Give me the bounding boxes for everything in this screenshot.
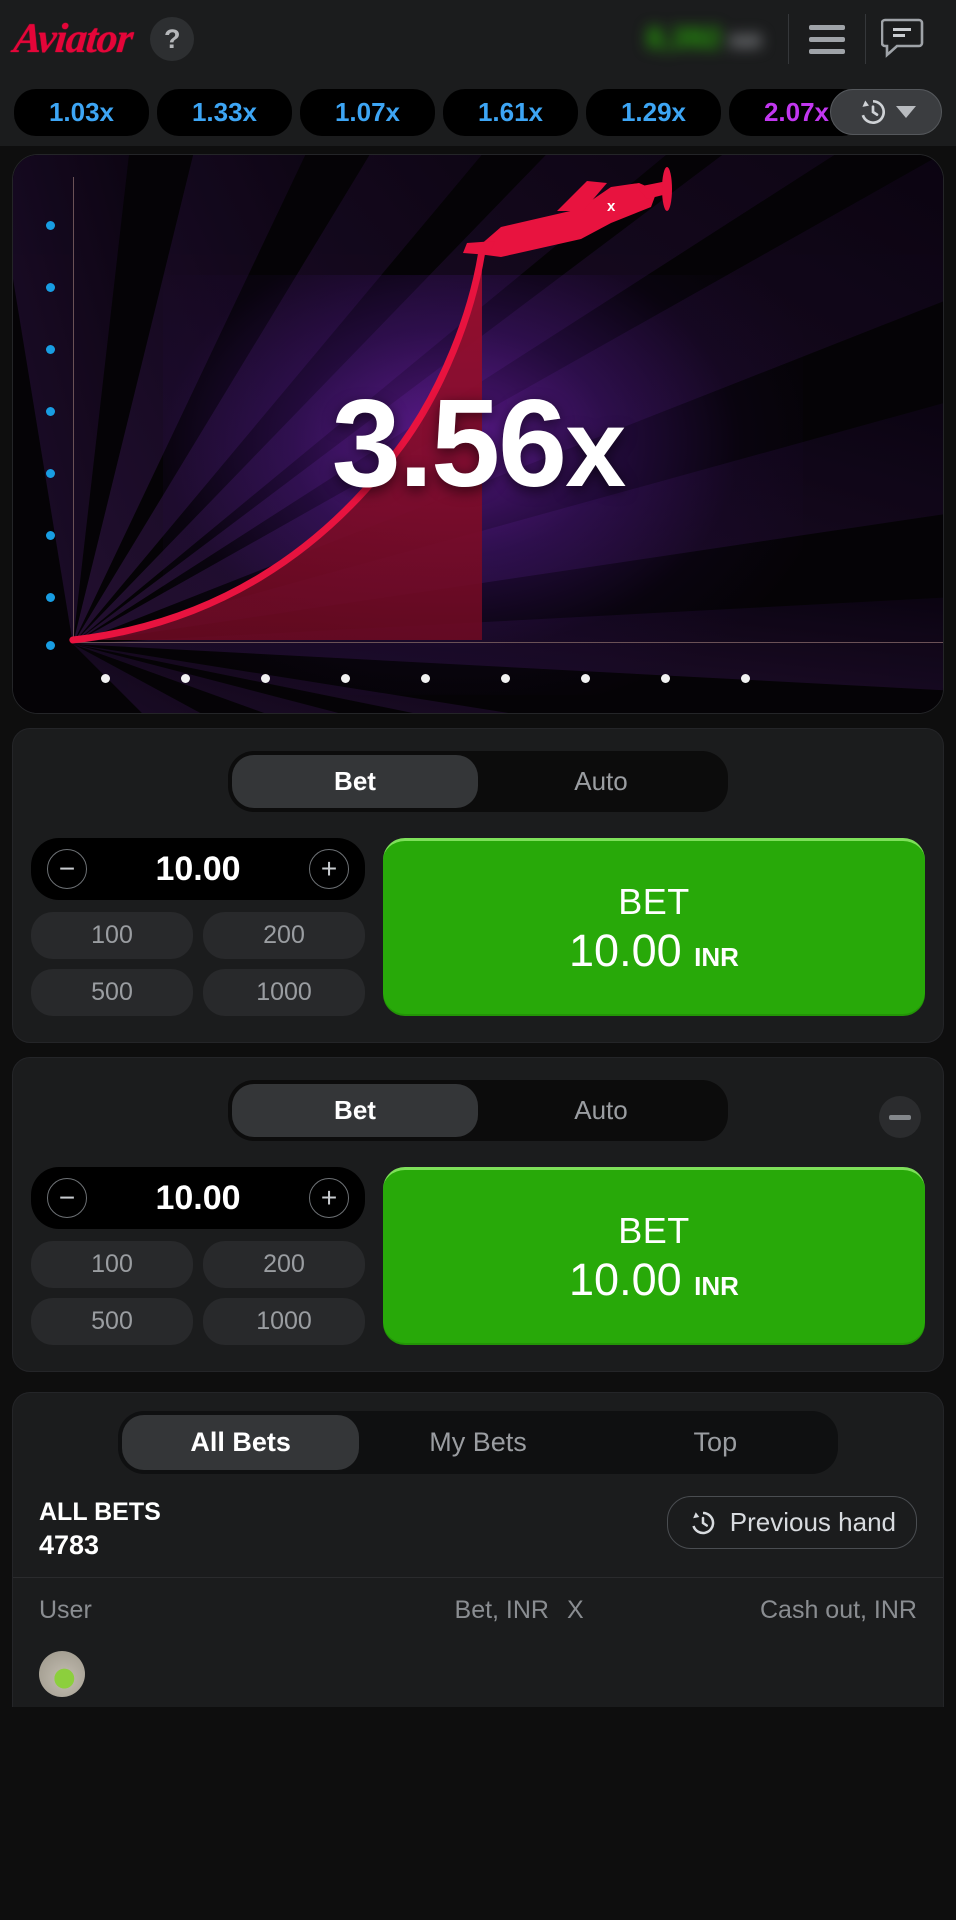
- minus-icon: [889, 1115, 911, 1120]
- tab-top[interactable]: Top: [597, 1415, 834, 1470]
- bet-controls-1: − 10.00 + 100 200 500 1000 BET 10.00 INR: [31, 838, 925, 1016]
- history-chip[interactable]: 1.29x: [586, 89, 721, 136]
- all-bets-count: 4783: [39, 1530, 161, 1561]
- previous-hand-label: Previous hand: [730, 1507, 896, 1538]
- quick-amount-grid-2: 100 200 500 1000: [31, 1241, 365, 1345]
- bet-panel-2: Bet Auto − 10.00 + 100 200 500 1000 BET …: [12, 1057, 944, 1372]
- bet-button-amount-1: 10.00 INR: [569, 925, 739, 977]
- all-bets-summary-text: ALL BETS 4783: [39, 1496, 161, 1561]
- balance-currency: INR: [729, 32, 762, 54]
- quick-amount-500-1[interactable]: 500: [31, 969, 193, 1016]
- tab-bet-1[interactable]: Bet: [232, 755, 478, 808]
- header-right-group: 8,392 INR: [646, 0, 942, 78]
- hamburger-menu-icon[interactable]: [789, 25, 865, 54]
- svg-text:x: x: [607, 198, 616, 215]
- bets-list-section: All Bets My Bets Top ALL BETS 4783 Previ…: [12, 1392, 944, 1707]
- aviator-logo: Aviator: [11, 15, 134, 63]
- bet-panel-1: Bet Auto − 10.00 + 100 200 500 1000 BET …: [12, 728, 944, 1043]
- history-chip[interactable]: 1.07x: [300, 89, 435, 136]
- tab-auto-1[interactable]: Auto: [478, 755, 724, 808]
- bet-button-label-2: BET: [618, 1210, 690, 1252]
- history-chip[interactable]: 1.61x: [443, 89, 578, 136]
- bet-button-currency-1: INR: [694, 942, 739, 972]
- quick-amount-1000-1[interactable]: 1000: [203, 969, 365, 1016]
- bet-button-label-1: BET: [618, 881, 690, 923]
- history-chip[interactable]: 1.03x: [14, 89, 149, 136]
- bet-mode-toggle-1: Bet Auto: [31, 751, 925, 812]
- column-header-bet: Bet, INR: [419, 1596, 549, 1625]
- bet-amount-value-1[interactable]: 10.00: [155, 850, 240, 889]
- remove-bet-panel-button-2[interactable]: [879, 1096, 921, 1138]
- quick-amount-500-2[interactable]: 500: [31, 1298, 193, 1345]
- multiplier-suffix: x: [565, 387, 624, 510]
- history-chip[interactable]: 1.33x: [157, 89, 292, 136]
- increment-bet-button-1[interactable]: +: [309, 849, 349, 889]
- hamburger-line: [809, 37, 845, 42]
- tab-auto-2[interactable]: Auto: [478, 1084, 724, 1137]
- tab-my-bets[interactable]: My Bets: [359, 1415, 596, 1470]
- quick-amount-1000-2[interactable]: 1000: [203, 1298, 365, 1345]
- hamburger-line: [809, 49, 845, 54]
- quick-amount-grid-1: 100 200 500 1000: [31, 912, 365, 1016]
- history-expand-button[interactable]: [830, 89, 942, 135]
- red-plane-icon: x: [461, 165, 691, 275]
- avatar: [39, 1651, 85, 1697]
- hamburger-line: [809, 25, 845, 30]
- game-canvas-wrapper: x 3.56x: [0, 146, 956, 714]
- history-clock-icon: [688, 1508, 718, 1538]
- place-bet-button-2[interactable]: BET 10.00 INR: [383, 1167, 925, 1345]
- multiplier-value: 3.56: [332, 375, 565, 513]
- bet-amount-group-2: − 10.00 + 100 200 500 1000: [31, 1167, 365, 1345]
- decrement-bet-button-1[interactable]: −: [47, 849, 87, 889]
- help-icon[interactable]: ?: [150, 17, 194, 61]
- all-bets-label: ALL BETS: [39, 1496, 161, 1530]
- balance-display: 8,392 INR: [646, 22, 788, 56]
- quick-amount-200-1[interactable]: 200: [203, 912, 365, 959]
- bet-button-amount-value-1: 10.00: [569, 925, 682, 976]
- balance-amount: 8,392: [646, 22, 721, 56]
- history-clock-icon: [857, 96, 889, 128]
- previous-hand-button[interactable]: Previous hand: [667, 1496, 917, 1549]
- quick-amount-100-2[interactable]: 100: [31, 1241, 193, 1288]
- bet-mode-toggle-2: Bet Auto: [31, 1080, 925, 1141]
- chevron-down-icon: [896, 106, 916, 118]
- quick-amount-200-2[interactable]: 200: [203, 1241, 365, 1288]
- bet-amount-stepper-2: − 10.00 +: [31, 1167, 365, 1229]
- tab-bet-2[interactable]: Bet: [232, 1084, 478, 1137]
- bet-button-amount-2: 10.00 INR: [569, 1254, 739, 1306]
- decrement-bet-button-2[interactable]: −: [47, 1178, 87, 1218]
- bet-amount-value-2[interactable]: 10.00: [155, 1179, 240, 1218]
- bet-amount-stepper-1: − 10.00 +: [31, 838, 365, 900]
- bet-amount-group-1: − 10.00 + 100 200 500 1000: [31, 838, 365, 1016]
- tab-all-bets[interactable]: All Bets: [122, 1415, 359, 1470]
- all-bets-summary: ALL BETS 4783 Previous hand: [13, 1474, 943, 1577]
- round-history-bar: 1.03x 1.33x 1.07x 1.61x 1.29x 2.07x: [0, 78, 956, 146]
- bets-tabs: All Bets My Bets Top: [13, 1411, 943, 1474]
- quick-amount-100-1[interactable]: 100: [31, 912, 193, 959]
- chat-bubble-icon[interactable]: [866, 17, 942, 61]
- bet-button-currency-2: INR: [694, 1271, 739, 1301]
- table-row[interactable]: [13, 1641, 943, 1707]
- current-multiplier: 3.56x: [13, 373, 943, 515]
- bets-table-header: User Bet, INR X Cash out, INR: [13, 1577, 943, 1641]
- app-header: Aviator ? 8,392 INR: [0, 0, 956, 78]
- column-header-user: User: [39, 1596, 419, 1625]
- column-header-cashout: Cash out, INR: [639, 1596, 917, 1625]
- bet-controls-2: − 10.00 + 100 200 500 1000 BET 10.00 INR: [31, 1167, 925, 1345]
- increment-bet-button-2[interactable]: +: [309, 1178, 349, 1218]
- bet-button-amount-value-2: 10.00: [569, 1254, 682, 1305]
- column-header-multiplier: X: [549, 1596, 639, 1625]
- game-canvas: x 3.56x: [12, 154, 944, 714]
- place-bet-button-1[interactable]: BET 10.00 INR: [383, 838, 925, 1016]
